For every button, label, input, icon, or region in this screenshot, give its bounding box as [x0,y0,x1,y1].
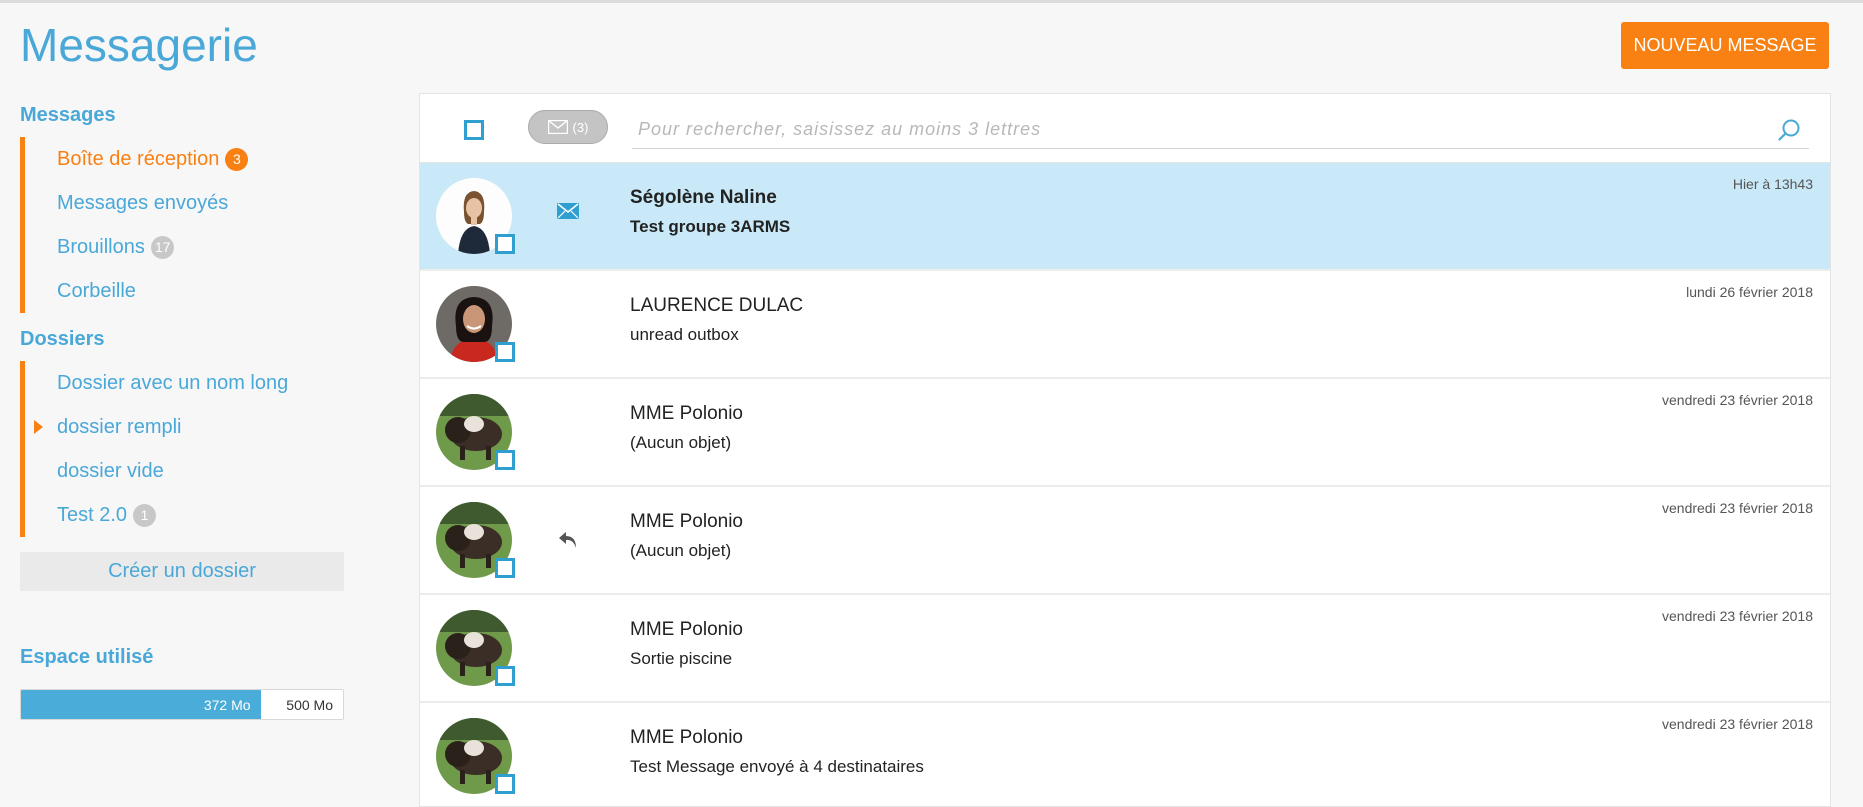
unread-badge: 3 [225,147,249,171]
message-date: Hier à 13h43 [1732,176,1813,192]
message-subject: unread outbox [630,325,739,344]
row-checkbox[interactable] [495,342,515,362]
folders-section-title: Dossiers [20,328,105,350]
expand-caret-icon[interactable] [34,420,43,434]
sender-name: LAURENCE DULAC [630,295,804,316]
row-checkbox[interactable] [495,774,515,794]
create-folder-button[interactable]: Créer un dossier [20,552,344,591]
unread-envelope-icon [557,203,579,219]
message-date: vendredi 23 février 2018 [1662,608,1813,624]
search-icon[interactable] [1777,118,1801,142]
top-border [0,0,1863,3]
sidebar-item-label: Brouillons [57,235,145,258]
search-box [632,112,1809,149]
select-all-checkbox[interactable] [464,120,484,140]
messages-section-title: Messages [20,104,116,126]
envelope-icon [547,120,568,134]
sidebar-item-label: Corbeille [57,279,136,302]
message-subject: Test Message envoyé à 4 destinataires [630,757,924,776]
sender-name: MME Polonio [630,403,743,424]
storage-bar: 372 Mo 500 Mo [20,689,344,720]
new-message-button[interactable]: NOUVEAU MESSAGE [1621,22,1829,69]
unread-count: (3) [572,119,589,135]
folders-nav: Dossier avec un nom long dossier rempli … [20,361,355,537]
message-subject: Sortie piscine [630,649,733,668]
message-subject: Test groupe 3ARMS [630,217,791,236]
message-subject: (Aucun objet) [630,433,732,452]
message-row[interactable]: MME Polonio (Aucun objet) vendredi 23 fé… [420,379,1830,487]
row-checkbox[interactable] [495,450,515,470]
message-subject: (Aucun objet) [630,541,732,560]
reply-icon [559,532,576,548]
sidebar-item-drafts[interactable]: Brouillons 17 [25,225,355,269]
sidebar-item-folder-long-name[interactable]: Dossier avec un nom long [25,361,355,405]
list-toolbar: (3) [420,94,1830,163]
storage-used-label: 372 Mo [203,696,251,713]
sidebar-item-label: Test 2.0 [57,503,128,526]
row-checkbox[interactable] [495,666,515,686]
search-input[interactable] [632,112,1762,146]
sender-name: MME Polonio [630,619,743,640]
count-badge: 17 [150,235,175,259]
row-checkbox[interactable] [495,234,515,254]
message-row[interactable]: Ségolène Naline Test groupe 3ARMS Hier à… [420,163,1830,271]
sender-name: Ségolène Naline [630,187,777,208]
message-date: vendredi 23 février 2018 [1662,716,1813,732]
sidebar-item-label: Messages envoyés [57,191,229,214]
message-date: vendredi 23 février 2018 [1662,392,1813,408]
message-row[interactable]: LAURENCE DULAC unread outbox lundi 26 fé… [420,271,1830,379]
sidebar-item-label: dossier vide [57,459,164,482]
message-row[interactable]: MME Polonio Test Message envoyé à 4 dest… [420,703,1830,806]
unread-filter-toggle[interactable]: (3) [528,110,608,144]
sidebar-item-folder-filled[interactable]: dossier rempli [25,405,355,449]
message-date: vendredi 23 février 2018 [1662,500,1813,516]
sidebar-item-label: Boîte de réception [57,147,220,170]
message-list-panel: (3) Ségolène Naline [419,93,1831,807]
sidebar-item-folder-empty[interactable]: dossier vide [25,449,355,493]
sidebar-item-folder-test[interactable]: Test 2.0 1 [25,493,355,537]
mail-nav: Boîte de réception 3 Messages envoyés Br… [20,137,355,313]
row-checkbox[interactable] [495,558,515,578]
sender-name: MME Polonio [630,727,743,748]
sidebar-item-label: dossier rempli [57,415,182,438]
sidebar-item-trash[interactable]: Corbeille [25,269,355,313]
storage-used-fill: 372 Mo [21,690,261,719]
message-date: lundi 26 février 2018 [1686,284,1813,300]
page-title: Messagerie [20,19,258,71]
sender-name: MME Polonio [630,511,743,532]
count-badge: 1 [133,503,157,527]
sidebar-item-sent[interactable]: Messages envoyés [25,181,355,225]
storage-total-label: 500 Mo [286,696,333,713]
storage-title: Espace utilisé [20,646,154,668]
sidebar-item-inbox[interactable]: Boîte de réception 3 [25,137,355,181]
message-row[interactable]: MME Polonio (Aucun objet) vendredi 23 fé… [420,487,1830,595]
sidebar-item-label: Dossier avec un nom long [57,371,289,394]
message-row[interactable]: MME Polonio Sortie piscine vendredi 23 f… [420,595,1830,703]
